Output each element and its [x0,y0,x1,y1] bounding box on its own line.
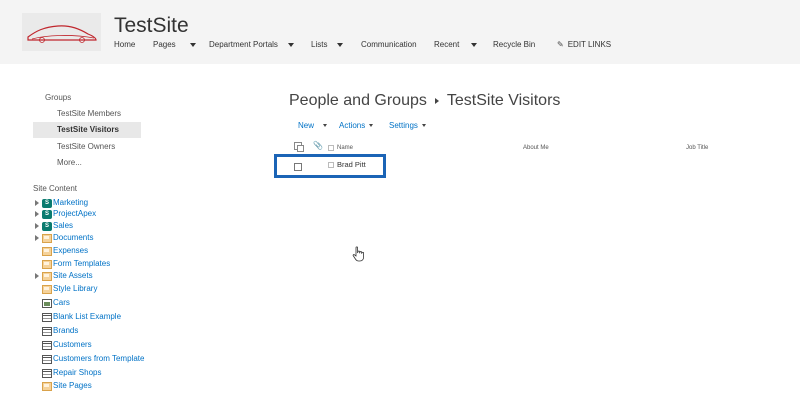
edit-links-button[interactable]: ✎ EDIT LINKS [557,40,611,49]
group-item-testsite-owners[interactable]: TestSite Owners [33,139,141,155]
nav-recycle-bin[interactable]: Recycle Bin [493,40,535,49]
subsite-icon: S [42,198,52,208]
tree-item-sales[interactable]: S Sales [35,220,73,232]
group-item-testsite-visitors[interactable]: TestSite Visitors [33,122,141,138]
site-logo[interactable] [22,13,101,51]
list-icon [42,354,52,364]
document-library-icon [42,233,52,243]
hand-cursor-icon [352,246,364,262]
list-icon [42,368,52,378]
chevron-down-icon [337,42,344,47]
column-header-about-me[interactable]: About Me [523,145,549,151]
page-title: People and Groups TestSite Visitors [289,92,560,110]
document-library-icon [42,271,52,281]
tree-item-projectapex[interactable]: S ProjectApex [35,208,96,220]
table-row[interactable]: Brad Pitt [328,160,366,169]
select-all-icon[interactable] [294,142,304,152]
nav-communication[interactable]: Communication [361,40,417,49]
nav-home[interactable]: Home [114,40,135,49]
nav-recent[interactable]: Recent [434,40,478,49]
presence-icon [328,161,334,168]
expand-arrow-icon[interactable] [35,211,39,217]
list-icon [42,340,52,350]
breadcrumb-current: TestSite Visitors [446,92,561,109]
row-checkbox[interactable] [294,163,302,171]
nav-department-portals[interactable]: Department Portals [209,40,294,49]
chevron-down-icon [287,42,294,47]
subsite-icon: S [42,209,52,219]
tree-item-blank-list-example[interactable]: Blank List Example [42,311,121,323]
tree-item-site-assets[interactable]: Site Assets [35,270,93,282]
chevron-down-icon [471,42,478,47]
site-header: TestSite Home Pages Department Portals L… [0,0,800,64]
settings-menu-button[interactable]: Settings [389,121,426,130]
list-icon [42,312,52,322]
chevron-down-icon [369,124,374,127]
tree-item-brands[interactable]: Brands [42,325,78,337]
car-logo-icon [27,25,97,43]
attachment-icon: 📎 [313,141,323,150]
picture-library-icon [42,298,52,308]
expand-arrow-icon[interactable] [35,235,39,241]
column-header-name[interactable]: Name [328,145,353,151]
group-item-more[interactable]: More... [33,155,141,171]
nav-lists[interactable]: Lists [311,40,344,49]
expand-arrow-icon[interactable] [35,223,39,229]
pencil-icon: ✎ [557,40,564,49]
tree-item-form-templates[interactable]: Form Templates [42,258,110,270]
tree-item-documents[interactable]: Documents [35,232,93,244]
presence-icon [328,145,334,151]
chevron-down-icon [323,124,328,127]
document-library-icon [42,381,52,391]
document-library-icon [42,259,52,269]
list-icon [42,326,52,336]
new-menu-button[interactable]: New [298,121,328,130]
site-title[interactable]: TestSite [114,14,189,38]
tree-item-expenses[interactable]: Expenses [42,245,88,257]
chevron-down-icon [189,42,196,47]
breadcrumb-root[interactable]: People and Groups [289,92,427,110]
user-name-link[interactable]: Brad Pitt [337,160,366,169]
tree-item-cars[interactable]: Cars [42,297,70,309]
tree-item-customers-from-template[interactable]: Customers from Template [42,353,144,365]
breadcrumb-separator-icon [434,98,439,104]
actions-menu-button[interactable]: Actions [339,121,374,130]
subsite-icon: S [42,221,52,231]
document-library-icon [42,284,52,294]
tree-item-style-library[interactable]: Style Library [42,283,97,295]
site-content-heading[interactable]: Site Content [33,184,77,193]
expand-arrow-icon[interactable] [35,273,39,279]
expand-arrow-icon[interactable] [35,200,39,206]
tree-item-customers[interactable]: Customers [42,339,92,351]
tree-item-site-pages[interactable]: Site Pages [42,380,92,392]
column-header-job-title[interactable]: Job Title [686,145,708,151]
document-library-icon [42,246,52,256]
groups-heading[interactable]: Groups [45,93,71,102]
tree-item-repair-shops[interactable]: Repair Shops [42,367,101,379]
nav-pages[interactable]: Pages [153,40,196,49]
chevron-down-icon [421,124,426,127]
group-item-testsite-members[interactable]: TestSite Members [33,106,141,122]
